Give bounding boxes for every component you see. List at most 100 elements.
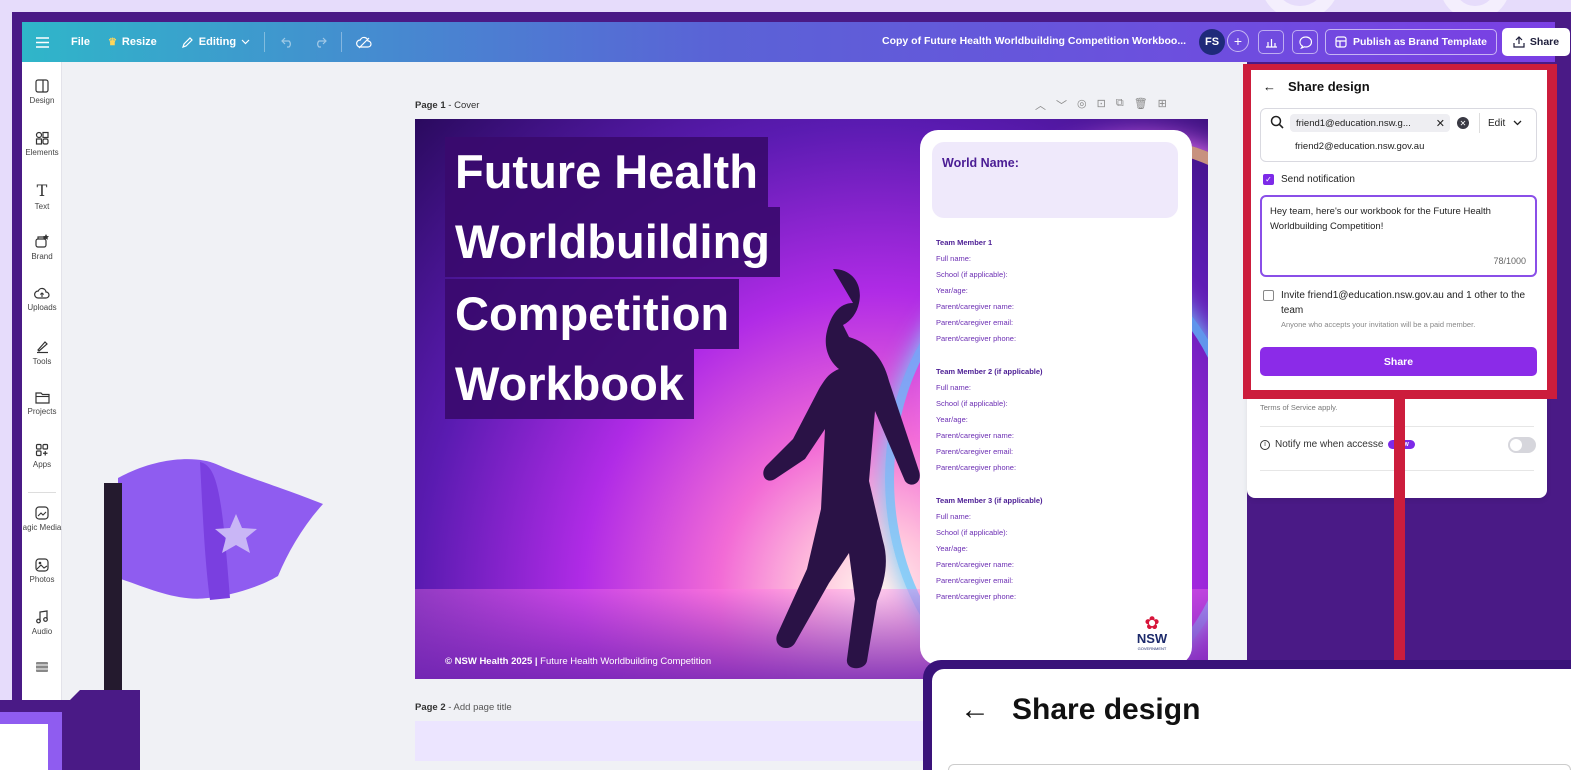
world-name-box: World Name:: [932, 142, 1178, 218]
pencil-icon: [181, 36, 193, 48]
publish-brand-template-button[interactable]: Publish as Brand Template: [1325, 29, 1498, 55]
design-icon: [35, 79, 49, 93]
projects-icon: [34, 392, 50, 404]
share-submit-button[interactable]: Share: [1260, 347, 1537, 376]
add-page-icon[interactable]: ⊞: [1158, 97, 1167, 113]
invite-checkbox[interactable]: [1263, 290, 1274, 301]
cover-title-line: Workbook: [445, 349, 694, 419]
sidebar-item-photos[interactable]: Photos: [22, 558, 62, 584]
people-input[interactable]: friend1@education.nsw.g... ✕ friend2@edu…: [1260, 108, 1537, 162]
back-arrow-icon: ←: [960, 693, 990, 726]
team-member-block: Team Member 2 (if applicable) Full name:…: [936, 367, 1043, 472]
running-figure-illustration: [763, 269, 920, 669]
toolbar-divider: [264, 32, 266, 52]
sidebar-item-audio[interactable]: Audio: [22, 610, 62, 636]
video-icon: [36, 662, 48, 672]
back-arrow-icon[interactable]: ←: [1263, 79, 1276, 94]
cover-title-line: Worldbuilding: [445, 207, 781, 277]
notify-access-row: i Notify me when accesse New: [1260, 439, 1415, 450]
chevron-down-icon: [241, 39, 250, 45]
move-up-icon[interactable]: ︿: [1035, 97, 1046, 113]
remove-chip-icon[interactable]: ✕: [1436, 117, 1445, 130]
share-design-panel: ← Share design friend1@education.nsw.g..…: [1251, 70, 1547, 390]
sidebar-divider: [28, 492, 56, 493]
duplicate-icon[interactable]: ⧉: [1116, 97, 1124, 113]
file-menu[interactable]: File: [71, 36, 90, 48]
tools-icon: [36, 341, 48, 354]
sidebar-item-elements[interactable]: Elements: [22, 131, 62, 157]
comments-button[interactable]: [1292, 30, 1318, 54]
invite-to-team-row[interactable]: Invite friend1@education.nsw.gov.au and …: [1263, 288, 1538, 330]
clear-icon[interactable]: ✕: [1457, 117, 1469, 129]
page-1-label[interactable]: Page 1 - Cover: [415, 100, 479, 111]
share-panel-header: ← Share design: [1263, 79, 1370, 94]
page-toolbar: ︿ ﹀ ◎ ⊡ ⧉ 🗑 ⊞: [1035, 97, 1167, 113]
team-form-card: World Name: Team Member 1 Full name: Sch…: [920, 130, 1192, 665]
brand-icon: [35, 234, 49, 248]
team-member-block: Team Member 3 (if applicable) Full name:…: [936, 496, 1043, 601]
top-toolbar: File ♛ Resize Editing Copy of Future Hea…: [22, 22, 1570, 62]
toolbar-divider: [341, 32, 343, 52]
bar-chart-icon: [1265, 38, 1277, 48]
editing-mode-dropdown[interactable]: Editing: [181, 36, 250, 49]
redo-icon[interactable]: [314, 37, 327, 48]
zoom-input-outline: [948, 764, 1571, 770]
menu-icon[interactable]: [36, 36, 49, 48]
left-sidebar: Design Elements T Text Brand Uploads Too…: [22, 62, 62, 770]
template-icon: [1335, 36, 1347, 48]
sidebar-item-apps[interactable]: Apps: [22, 443, 62, 469]
permission-dropdown[interactable]: Edit: [1479, 113, 1522, 133]
sidebar-item-brand[interactable]: Brand: [22, 233, 62, 261]
insights-button[interactable]: [1258, 30, 1284, 54]
resize-button[interactable]: ♛ Resize: [108, 36, 157, 48]
add-collaborator-button[interactable]: +: [1227, 30, 1249, 52]
cloud-saved-icon[interactable]: [356, 36, 372, 49]
notify-toggle[interactable]: [1508, 437, 1536, 453]
team-member-block: Team Member 1 Full name: School (if appl…: [936, 238, 1017, 343]
sidebar-item-text[interactable]: T Text: [22, 181, 62, 212]
cover-title-line: Competition: [445, 279, 740, 349]
waratah-icon: ✿: [1144, 613, 1160, 633]
text-icon: T: [36, 181, 48, 200]
elements-icon: [35, 131, 49, 145]
nsw-government-logo: ✿ NSW GOVERNMENT: [1132, 614, 1172, 651]
zoom-callout-header: ← Share design: [960, 693, 1201, 726]
apps-icon: [35, 443, 49, 457]
chevron-down-icon: [1513, 120, 1522, 126]
audio-icon: [36, 610, 48, 624]
photos-icon: [35, 558, 49, 572]
email-chip[interactable]: friend1@education.nsw.g... ✕: [1290, 114, 1450, 132]
trash-icon[interactable]: 🗑: [1134, 97, 1148, 113]
move-down-icon[interactable]: ﹀: [1056, 97, 1067, 113]
info-icon: i: [1260, 439, 1270, 450]
undo-icon[interactable]: [281, 37, 294, 48]
char-counter: 78/1000: [1493, 256, 1526, 266]
magic-media-icon: [35, 506, 49, 520]
document-title[interactable]: Copy of Future Health Worldbuilding Comp…: [882, 35, 1186, 47]
lock-icon[interactable]: ⊡: [1097, 97, 1106, 113]
sidebar-item-magic-media[interactable]: agic Media: [22, 506, 62, 532]
send-notification-row[interactable]: ✓ Send notification: [1263, 174, 1355, 185]
sidebar-item-projects[interactable]: Projects: [22, 391, 62, 416]
hide-page-icon[interactable]: ◎: [1077, 97, 1087, 113]
upload-icon: [1513, 36, 1525, 48]
sidebar-item-more[interactable]: [22, 660, 62, 674]
cover-page[interactable]: Future Health Worldbuilding Competition …: [415, 119, 1208, 679]
message-textarea[interactable]: Hey team, here's our workbook for the Fu…: [1260, 195, 1537, 277]
sidebar-item-design[interactable]: Design: [22, 79, 62, 105]
share-button[interactable]: Share: [1502, 28, 1570, 56]
avatar[interactable]: FS: [1199, 29, 1225, 55]
crown-icon: ♛: [107, 36, 117, 48]
comment-icon: [1298, 35, 1312, 49]
search-icon: [1270, 115, 1284, 129]
sidebar-item-uploads[interactable]: Uploads: [22, 287, 62, 312]
sidebar-item-tools[interactable]: Tools: [22, 339, 62, 366]
cover-title-line: Future Health: [445, 137, 768, 207]
page-2-label[interactable]: Page 2 - Add page title: [415, 702, 512, 713]
send-notification-checkbox[interactable]: ✓: [1263, 174, 1274, 185]
callout-connector: [1394, 398, 1405, 668]
cover-footer: © NSW Health 2025 | Future Health Worldb…: [445, 656, 712, 667]
page-2-preview[interactable]: [415, 721, 935, 761]
flag-illustration: [118, 459, 323, 600]
folder-illustration: [0, 690, 140, 770]
